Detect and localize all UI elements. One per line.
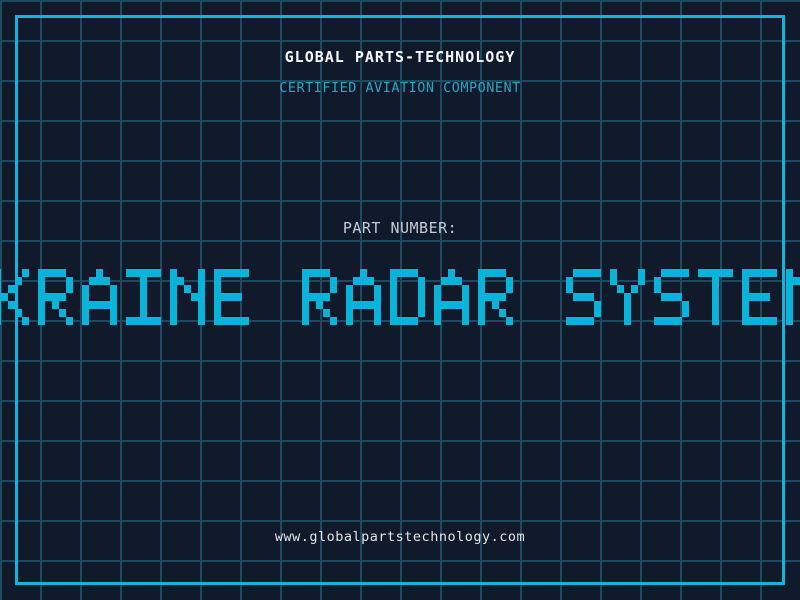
part-number-label: PART NUMBER:: [342, 219, 458, 237]
company-title: GLOBAL PARTS-TECHNOLOGY: [284, 48, 516, 66]
certificate-page: GLOBAL PARTS-TECHNOLOGY CERTIFIED AVIATI…: [0, 0, 800, 600]
part-number-value: [0, 269, 800, 325]
certification-subtitle: CERTIFIED AVIATION COMPONENT: [279, 80, 521, 96]
website-url: www.globalpartstechnology.com: [274, 529, 526, 545]
